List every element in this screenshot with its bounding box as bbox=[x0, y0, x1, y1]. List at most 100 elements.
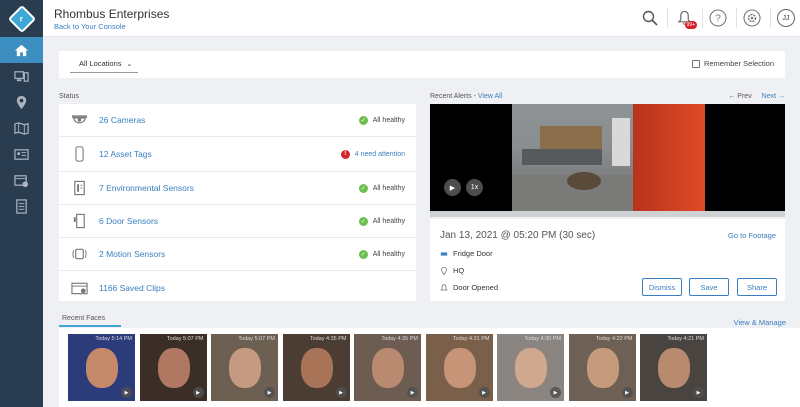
asset-tag-icon bbox=[74, 146, 84, 162]
play-button[interactable]: ▶ bbox=[444, 179, 461, 196]
location-select[interactable]: All Locations ⌄ bbox=[70, 55, 138, 73]
home-icon bbox=[14, 44, 29, 56]
user-menu-button[interactable]: JJ bbox=[776, 7, 796, 29]
alert-device-name: Fridge Door bbox=[453, 249, 493, 258]
status-state: All healthy bbox=[372, 116, 405, 124]
help-button[interactable]: ? bbox=[708, 7, 728, 29]
filter-bar: All Locations ⌄ Remember Selection bbox=[59, 51, 785, 78]
header-divider bbox=[702, 8, 703, 28]
go-to-footage-link[interactable]: Go to Footage bbox=[728, 231, 776, 240]
play-icon[interactable]: ▶ bbox=[192, 387, 204, 398]
play-icon[interactable]: ▶ bbox=[335, 387, 347, 398]
status-label[interactable]: 6 Door Sensors bbox=[99, 216, 158, 226]
face-thumbnail[interactable]: Today 4:31 PM ▶ bbox=[425, 334, 493, 401]
chevron-down-icon: ⌄ bbox=[126, 60, 133, 68]
status-row-motion-sensors[interactable]: 2 Motion Sensors ✓ All healthy bbox=[59, 238, 416, 271]
dismiss-button[interactable]: Dismiss bbox=[642, 278, 682, 296]
playback-speed-button[interactable]: 1x bbox=[466, 179, 483, 196]
status-state[interactable]: 4 need attention bbox=[355, 151, 405, 158]
face-image bbox=[443, 348, 476, 388]
play-icon[interactable]: ▶ bbox=[550, 387, 561, 398]
prev-button[interactable]: ← Prev bbox=[728, 93, 751, 100]
status-label[interactable]: 12 Asset Tags bbox=[99, 149, 152, 159]
status-label[interactable]: 1166 Saved Clips bbox=[99, 283, 165, 293]
face-thumbnail[interactable]: Today 4:21 PM ▶ bbox=[640, 334, 707, 401]
camera-dome-icon bbox=[71, 115, 87, 124]
search-button[interactable] bbox=[640, 7, 660, 29]
notifications-button[interactable]: 99+ bbox=[674, 7, 697, 29]
recent-faces-tab[interactable]: Recent Faces bbox=[59, 315, 121, 327]
play-icon[interactable]: ▶ bbox=[121, 387, 132, 398]
face-image bbox=[372, 348, 404, 388]
status-row-environmental-sensors[interactable]: 7 Environmental Sensors ✓ All healthy bbox=[59, 172, 416, 205]
view-all-link[interactable]: View All bbox=[478, 93, 502, 100]
status-row-door-sensors[interactable]: 6 Door Sensors ✓ All healthy bbox=[59, 205, 416, 238]
face-thumbnail[interactable]: Today 4:22 PM ▶ bbox=[568, 334, 636, 401]
alert-event: Door Opened bbox=[440, 283, 498, 292]
face-thumbnail[interactable]: Today 5:14 PM ▶ bbox=[68, 334, 135, 401]
face-timestamp: Today 5:07 PM bbox=[238, 336, 275, 342]
status-state: All healthy bbox=[372, 184, 405, 192]
alert-video-player[interactable]: ▶ 1x bbox=[430, 104, 785, 211]
sidebar-item-maps[interactable] bbox=[0, 115, 43, 141]
view-manage-link[interactable]: View & Manage bbox=[734, 318, 786, 327]
next-button[interactable]: Next → bbox=[762, 93, 785, 100]
play-icon[interactable]: ▶ bbox=[621, 387, 633, 398]
rhombus-logo[interactable]: r bbox=[0, 0, 43, 37]
face-thumbnail[interactable]: Today 4:30 PM ▶ bbox=[497, 334, 564, 401]
header-divider bbox=[736, 8, 737, 28]
face-timestamp: Today 4:35 PM bbox=[309, 336, 347, 342]
calendar-settings-icon bbox=[14, 174, 29, 187]
status-row-asset-tags[interactable]: 12 Asset Tags ! 4 need attention bbox=[59, 137, 416, 172]
face-timestamp: Today 4:31 PM bbox=[452, 336, 490, 342]
sidebar-item-devices[interactable] bbox=[0, 63, 43, 89]
alert-location-name: HQ bbox=[453, 266, 465, 275]
search-icon bbox=[642, 10, 658, 26]
face-image bbox=[586, 348, 619, 388]
alert-icon: ! bbox=[340, 149, 350, 159]
play-icon[interactable]: ▶ bbox=[693, 387, 704, 398]
gear-icon bbox=[743, 9, 761, 27]
help-icon: ? bbox=[709, 9, 727, 27]
status-label[interactable]: 26 Cameras bbox=[99, 115, 145, 125]
face-timestamp: Today 4:21 PM bbox=[667, 336, 704, 342]
face-thumbnail[interactable]: Today 4:35 PM ▶ bbox=[282, 334, 350, 401]
sidebar-item-home[interactable] bbox=[0, 37, 43, 63]
recent-alerts-title: Recent Alerts - bbox=[430, 93, 478, 100]
sidebar-item-schedules[interactable] bbox=[0, 167, 43, 193]
play-icon[interactable]: ▶ bbox=[407, 387, 418, 398]
devices-icon bbox=[14, 70, 29, 82]
share-button[interactable]: Share bbox=[737, 278, 777, 296]
play-icon[interactable]: ▶ bbox=[478, 387, 490, 398]
environmental-sensor-icon bbox=[73, 180, 85, 196]
face-thumbnail[interactable]: Today 5:07 PM ▶ bbox=[211, 334, 278, 401]
status-row-saved-clips[interactable]: 1166 Saved Clips bbox=[59, 271, 416, 304]
sidebar-item-reports[interactable] bbox=[0, 193, 43, 219]
remember-selection-label: Remember Selection bbox=[703, 59, 774, 68]
header-divider bbox=[667, 8, 668, 28]
face-thumbnail[interactable]: Today 4:35 PM ▶ bbox=[354, 334, 421, 401]
sidebar-item-locations[interactable] bbox=[0, 89, 43, 115]
status-row-cameras[interactable]: 26 Cameras ✓ All healthy bbox=[59, 104, 416, 137]
status-label[interactable]: 2 Motion Sensors bbox=[99, 249, 165, 259]
alert-location: HQ bbox=[440, 266, 464, 275]
status-panel: 26 Cameras ✓ All healthy 12 Asset Tags ! 4… bbox=[59, 104, 416, 301]
video-progress-bar[interactable] bbox=[430, 211, 785, 217]
status-label[interactable]: 7 Environmental Sensors bbox=[99, 183, 194, 193]
face-image bbox=[157, 348, 190, 388]
settings-button[interactable] bbox=[742, 7, 762, 29]
status-title: Status bbox=[59, 93, 79, 100]
remember-selection[interactable]: Remember Selection bbox=[691, 59, 774, 68]
alert-video-frame bbox=[512, 104, 705, 211]
save-button[interactable]: Save bbox=[689, 278, 729, 296]
back-to-console-link[interactable]: Back to Your Console bbox=[54, 22, 126, 31]
face-timestamp: Today 4:22 PM bbox=[595, 336, 633, 342]
face-image bbox=[86, 348, 118, 388]
logo-letter: r bbox=[19, 14, 24, 23]
sidebar-item-access[interactable] bbox=[0, 141, 43, 167]
play-icon[interactable]: ▶ bbox=[264, 387, 275, 398]
remember-selection-checkbox[interactable] bbox=[691, 59, 700, 68]
check-icon: ✓ bbox=[358, 249, 368, 259]
face-thumbnail[interactable]: Today 5:07 PM ▶ bbox=[139, 334, 207, 401]
face-timestamp: Today 5:14 PM bbox=[95, 336, 132, 342]
